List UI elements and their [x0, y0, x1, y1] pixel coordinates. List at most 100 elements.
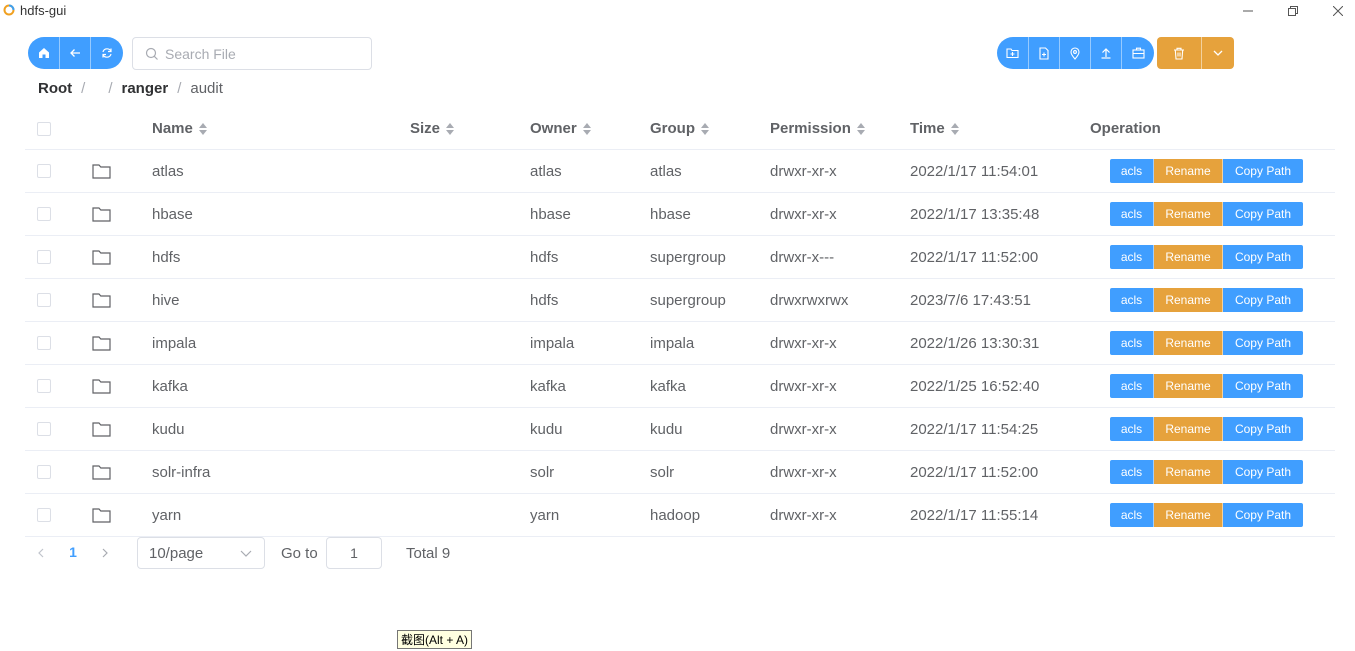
file-name[interactable]: hdfs — [152, 236, 180, 278]
search-input[interactable] — [165, 45, 355, 62]
row-actions: acls Rename Copy Path — [1110, 159, 1303, 183]
column-header-time[interactable]: Time — [910, 108, 959, 149]
rename-button[interactable]: Rename — [1154, 417, 1223, 441]
more-actions-dropdown[interactable] — [1202, 37, 1234, 69]
upload-button[interactable] — [1091, 37, 1122, 69]
table-row[interactable]: atlas atlas atlas drwxr-xr-x 2022/1/17 1… — [25, 150, 1335, 193]
copy-path-button[interactable]: Copy Path — [1223, 159, 1303, 183]
table-row[interactable]: impala impala impala drwxr-xr-x 2022/1/2… — [25, 322, 1335, 365]
home-button[interactable] — [28, 37, 60, 69]
copy-path-button[interactable]: Copy Path — [1223, 417, 1303, 441]
column-permission-label: Permission — [770, 120, 851, 137]
file-owner: hdfs — [530, 248, 559, 266]
row-checkbox[interactable] — [37, 207, 51, 221]
acls-button[interactable]: acls — [1110, 288, 1154, 312]
sort-icon[interactable] — [198, 122, 207, 135]
row-actions: acls Rename Copy Path — [1110, 417, 1303, 441]
file-name[interactable]: hive — [152, 279, 180, 321]
file-name[interactable]: impala — [152, 322, 196, 364]
copy-path-button[interactable]: Copy Path — [1223, 374, 1303, 398]
new-folder-button[interactable] — [997, 37, 1029, 69]
row-checkbox[interactable] — [37, 293, 51, 307]
goto-page-input[interactable]: 1 — [326, 537, 382, 569]
row-checkbox[interactable] — [37, 336, 51, 350]
row-checkbox[interactable] — [37, 164, 51, 178]
delete-button[interactable] — [1157, 37, 1202, 69]
column-header-owner[interactable]: Owner — [530, 108, 591, 149]
sort-icon[interactable] — [950, 122, 959, 135]
sort-icon[interactable] — [856, 122, 865, 135]
rename-button[interactable]: Rename — [1154, 503, 1223, 527]
search-box[interactable] — [132, 37, 372, 70]
table-row[interactable]: hive hdfs supergroup drwxrwxrwx 2023/7/6… — [25, 279, 1335, 322]
table-row[interactable]: hdfs hdfs supergroup drwxr-x--- 2022/1/1… — [25, 236, 1335, 279]
row-checkbox[interactable] — [37, 250, 51, 264]
rename-button[interactable]: Rename — [1154, 202, 1223, 226]
briefcase-button[interactable] — [1122, 37, 1154, 69]
rename-button[interactable]: Rename — [1154, 245, 1223, 269]
copy-path-button[interactable]: Copy Path — [1223, 245, 1303, 269]
acls-button[interactable]: acls — [1110, 331, 1154, 355]
column-header-size[interactable]: Size — [410, 108, 455, 149]
column-group-label: Group — [650, 120, 695, 137]
maximize-button[interactable] — [1270, 0, 1316, 22]
table-body: atlas atlas atlas drwxr-xr-x 2022/1/17 1… — [25, 150, 1335, 537]
column-header-permission[interactable]: Permission — [770, 108, 865, 149]
close-button[interactable] — [1315, 0, 1355, 22]
location-button[interactable] — [1060, 37, 1091, 69]
rename-button[interactable]: Rename — [1154, 159, 1223, 183]
file-name[interactable]: hbase — [152, 193, 193, 235]
page-size-select[interactable]: 10/page — [137, 537, 265, 569]
copy-path-button[interactable]: Copy Path — [1223, 460, 1303, 484]
row-checkbox[interactable] — [37, 379, 51, 393]
row-checkbox[interactable] — [37, 422, 51, 436]
acls-button[interactable]: acls — [1110, 245, 1154, 269]
sort-icon[interactable] — [701, 122, 709, 135]
breadcrumb-root[interactable]: Root — [38, 80, 72, 97]
page-number-current[interactable]: 1 — [65, 544, 81, 560]
copy-path-button[interactable]: Copy Path — [1223, 503, 1303, 527]
file-name[interactable]: atlas — [152, 150, 184, 192]
rename-button[interactable]: Rename — [1154, 460, 1223, 484]
file-name[interactable]: kafka — [152, 365, 188, 407]
rename-button[interactable]: Rename — [1154, 288, 1223, 312]
column-header-group[interactable]: Group — [650, 108, 709, 149]
column-size-label: Size — [410, 120, 441, 137]
rename-button[interactable]: Rename — [1154, 331, 1223, 355]
table-row[interactable]: yarn yarn hadoop drwxr-xr-x 2022/1/17 11… — [25, 494, 1335, 537]
sort-icon[interactable] — [582, 122, 591, 135]
acls-button[interactable]: acls — [1110, 503, 1154, 527]
file-name[interactable]: solr-infra — [152, 451, 210, 493]
column-header-name[interactable]: Name — [152, 108, 207, 149]
row-checkbox[interactable] — [37, 465, 51, 479]
acls-button[interactable]: acls — [1110, 202, 1154, 226]
file-name[interactable]: kudu — [152, 408, 185, 450]
rename-button[interactable]: Rename — [1154, 374, 1223, 398]
acls-button[interactable]: acls — [1110, 460, 1154, 484]
sort-icon[interactable] — [446, 122, 455, 135]
table-row[interactable]: kafka kafka kafka drwxr-xr-x 2022/1/25 1… — [25, 365, 1335, 408]
table-row[interactable]: kudu kudu kudu drwxr-xr-x 2022/1/17 11:5… — [25, 408, 1335, 451]
refresh-button[interactable] — [91, 37, 123, 69]
next-page-button[interactable] — [97, 545, 113, 561]
file-time: 2022/1/25 16:52:40 — [910, 377, 1040, 395]
new-file-button[interactable] — [1029, 37, 1060, 69]
table-row[interactable]: solr-infra solr solr drwxr-xr-x 2022/1/1… — [25, 451, 1335, 494]
row-checkbox[interactable] — [37, 508, 51, 522]
breadcrumb-item-ranger[interactable]: ranger — [122, 80, 169, 97]
back-button[interactable] — [60, 37, 91, 69]
select-all-checkbox[interactable] — [37, 121, 51, 136]
prev-page-button[interactable] — [33, 545, 49, 561]
acls-button[interactable]: acls — [1110, 417, 1154, 441]
copy-path-button[interactable]: Copy Path — [1223, 288, 1303, 312]
acls-button[interactable]: acls — [1110, 159, 1154, 183]
file-group: supergroup — [650, 291, 726, 309]
file-name[interactable]: yarn — [152, 494, 181, 536]
copy-path-button[interactable]: Copy Path — [1223, 202, 1303, 226]
minimize-icon — [1243, 10, 1253, 12]
minimize-button[interactable] — [1225, 0, 1271, 22]
table-row[interactable]: hbase hbase hbase drwxr-xr-x 2022/1/17 1… — [25, 193, 1335, 236]
copy-path-button[interactable]: Copy Path — [1223, 331, 1303, 355]
file-permission: drwxr-xr-x — [770, 162, 837, 180]
acls-button[interactable]: acls — [1110, 374, 1154, 398]
